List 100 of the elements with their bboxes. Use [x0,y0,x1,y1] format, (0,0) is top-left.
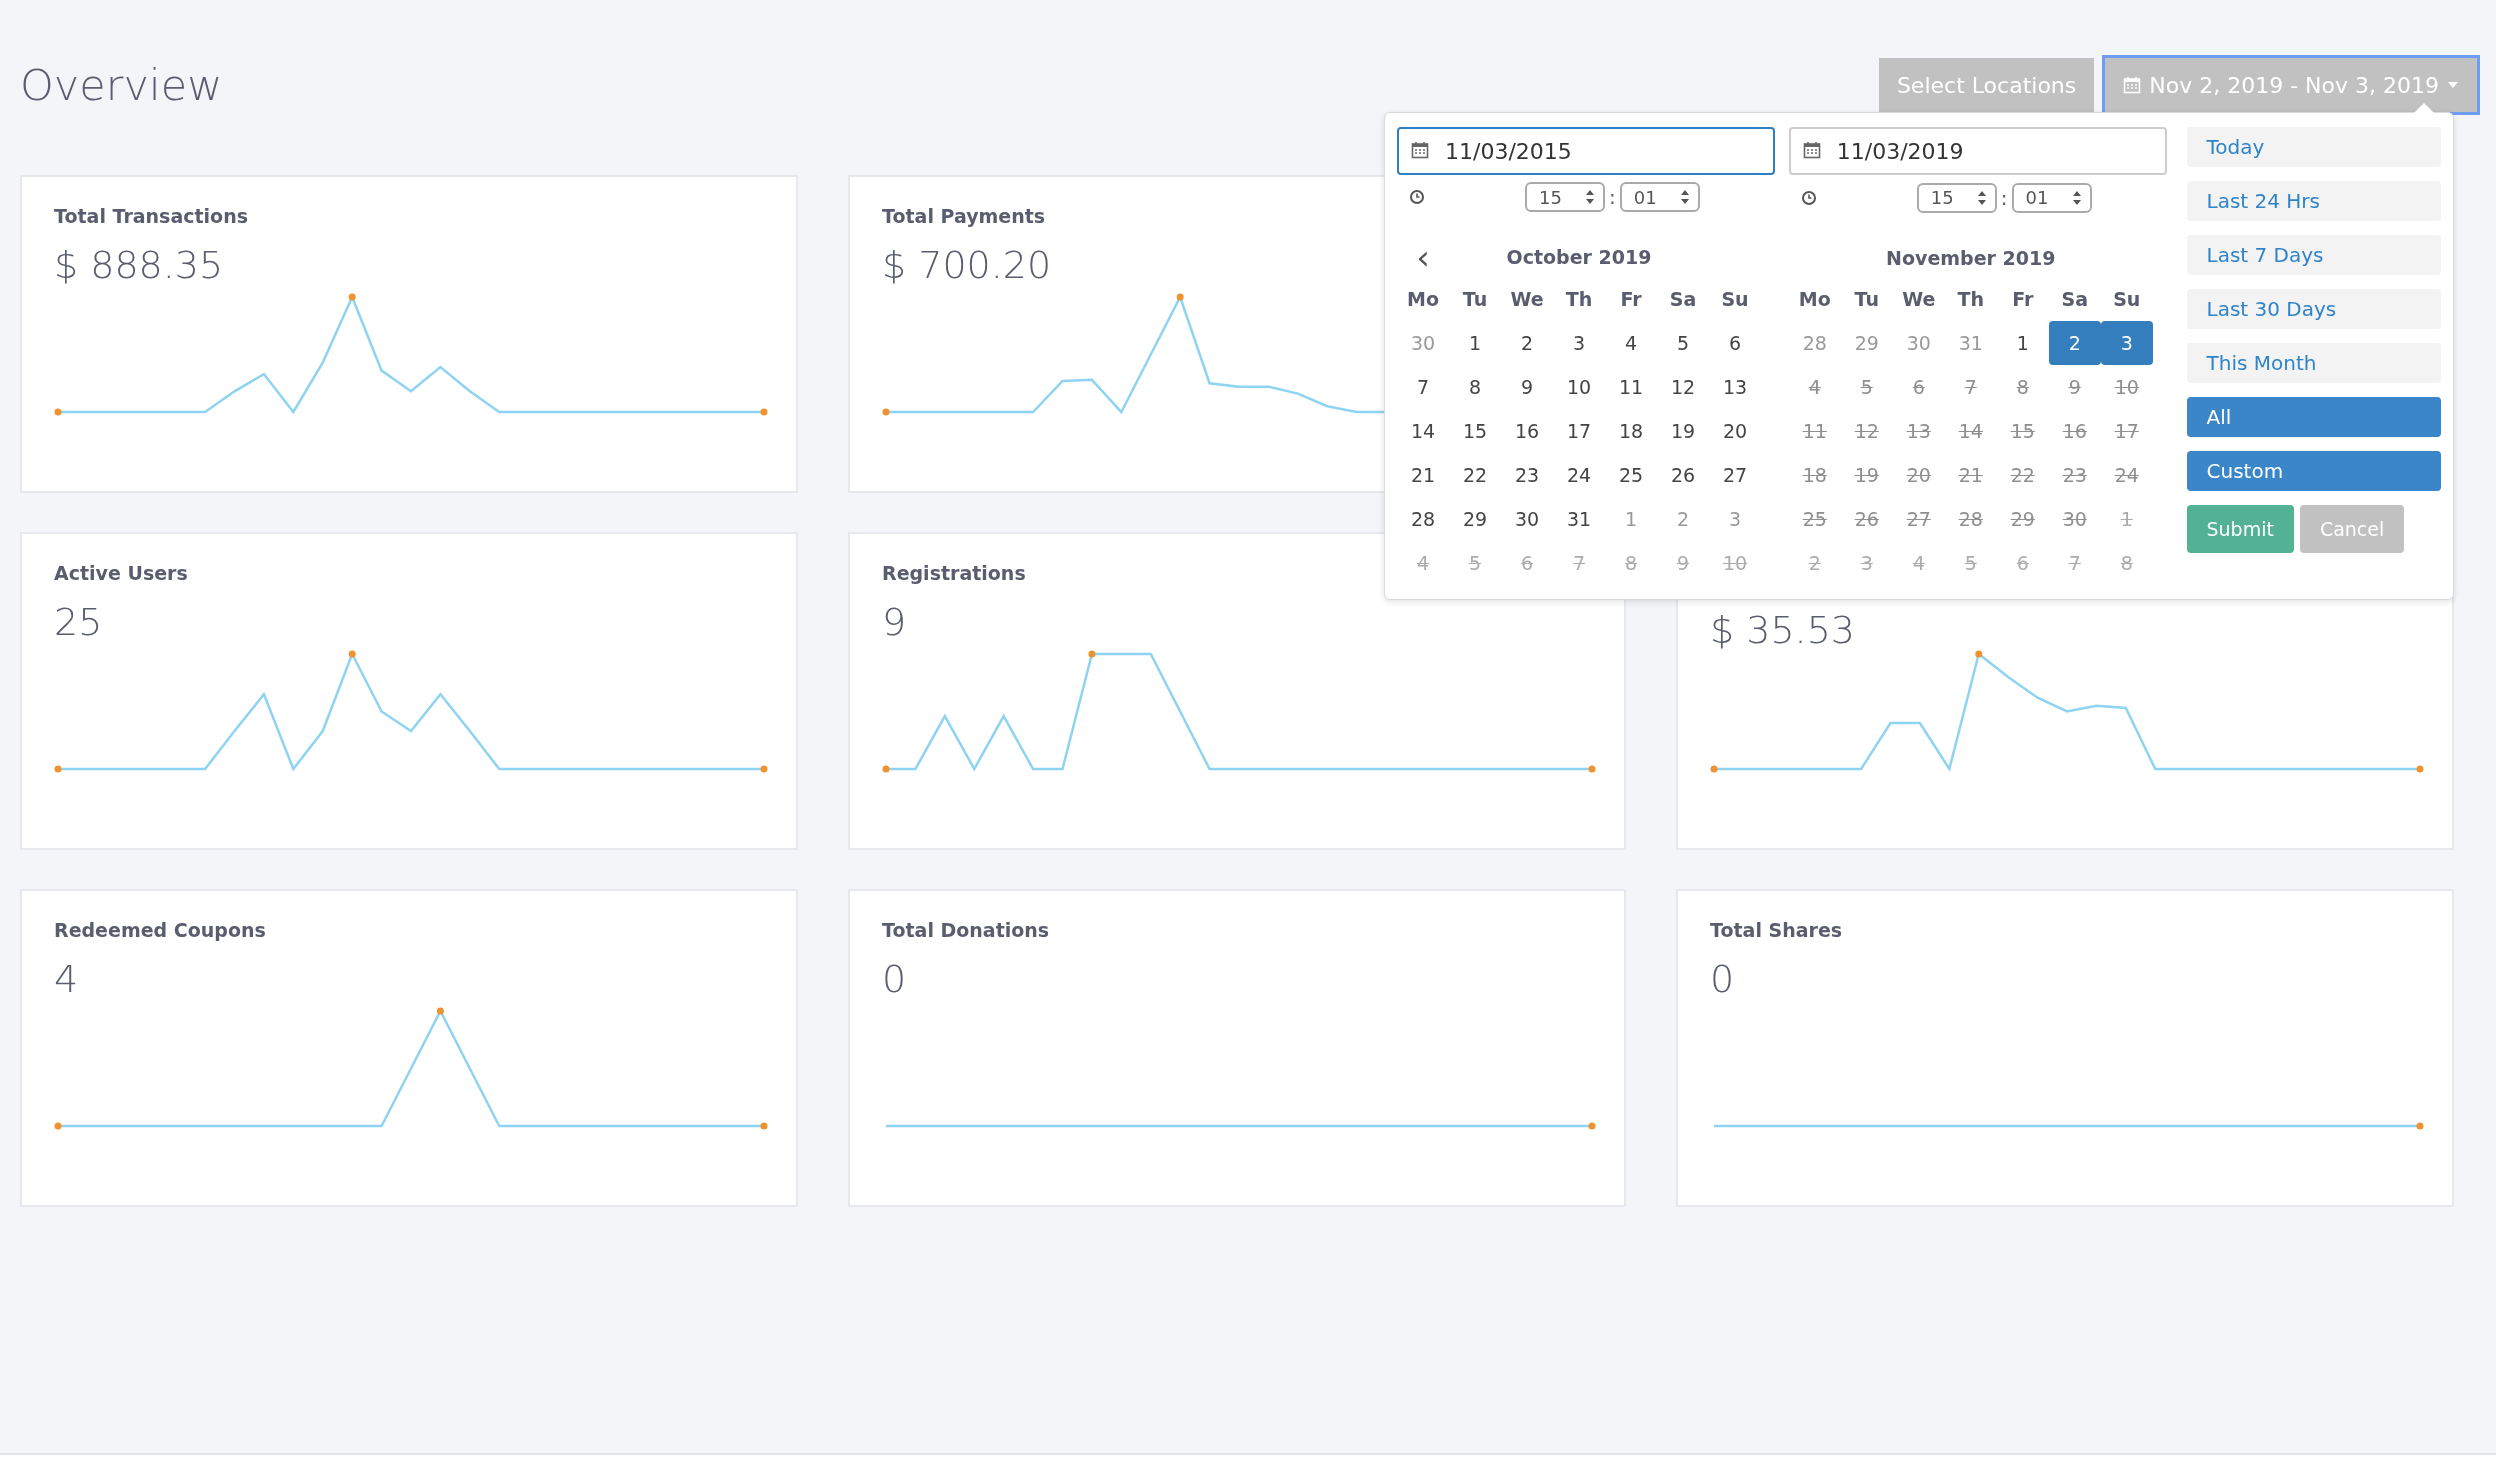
calendar-day[interactable]: 26 [1657,453,1709,497]
stat-label: Redeemed Coupons [54,919,266,941]
data-point [436,1007,444,1015]
calendar-day[interactable]: 22 [1449,453,1501,497]
data-point [54,765,62,773]
calendar-day[interactable]: 2 [1501,321,1553,365]
calendar-day[interactable]: 4 [1605,321,1657,365]
calendar-day[interactable]: 2 [1657,497,1709,541]
weekday-label: Tu [1461,287,1489,312]
calendar-day[interactable]: 28 [1397,497,1449,541]
range-option[interactable]: Last 30 Days [2186,289,2441,329]
calendar-icon [1802,141,1821,159]
month-title: October 2019 [1505,246,1653,268]
calendar-day[interactable]: 12 [1657,365,1709,409]
calendar-day[interactable]: 30 [1397,321,1449,365]
data-point [348,650,356,658]
weekday-label: Tu [1853,287,1880,312]
calendar-day[interactable]: 28 [1788,321,1841,365]
calendar-day[interactable]: 29 [1840,321,1893,365]
data-point [1588,765,1596,773]
weekday-label: We [1901,287,1937,312]
data-point [54,1122,62,1130]
calendar-day[interactable]: 8 [1449,365,1501,409]
calendar-day[interactable]: 30 [1892,321,1945,365]
spinner-icon [1976,189,1987,206]
select-locations-button[interactable]: Select Locations [1878,58,2095,112]
weekday-label: Sa [1668,287,1698,312]
calendar-day[interactable]: 14 [1397,409,1449,453]
calendar-icon [1411,141,1429,159]
calendar-day[interactable]: 31 [1553,497,1605,541]
stat-value: 25 [54,600,103,644]
calendar-day[interactable]: 1 [1605,497,1657,541]
calendar-day[interactable]: 3 [1553,321,1605,365]
calendar-day[interactable]: 2 [2048,321,2101,365]
calendar-day[interactable]: 25 [1605,453,1657,497]
calendar-day[interactable]: 11 [1605,365,1657,409]
submit-button[interactable]: Submit [2186,505,2294,553]
weekday-label: Su [1720,287,1750,312]
calendar-day[interactable]: 3 [2100,321,2153,365]
range-option[interactable]: Custom [2186,451,2441,491]
hour-select[interactable]: 15 [1525,182,1605,212]
calendar-day[interactable]: 1 [1449,321,1501,365]
calendar-day[interactable]: 21 [1397,453,1449,497]
calendar-day[interactable]: 10 [1553,365,1605,409]
weekday-label: Mo [1797,287,1832,312]
calendar-day[interactable]: 5 [1657,321,1709,365]
date-range-button[interactable]: Nov 2, 2019 - Nov 3, 2019 [2102,55,2480,115]
weekday-label: We [1509,287,1545,312]
calendar-day[interactable]: 24 [1553,453,1605,497]
range-option[interactable]: Today [2186,127,2441,167]
data-point [1176,293,1184,301]
minute-select[interactable]: 01 [2011,182,2092,213]
calendar-day[interactable]: 19 [1657,409,1709,453]
calendar-day[interactable]: 16 [1501,409,1553,453]
data-point [2416,1122,2424,1130]
calendar-day[interactable]: 13 [1709,365,1761,409]
data-point [760,765,768,773]
weekday-label: Th [1956,287,1985,312]
range-option[interactable]: This Month [2186,343,2441,383]
minute-select[interactable]: 01 [1619,182,1700,212]
data-point [1710,765,1718,773]
cancel-button[interactable]: Cancel [2299,505,2405,553]
stat-label: Total Payments [882,205,1046,227]
date-field[interactable]: 11/03/2015 [1397,127,1775,175]
data-point [760,1122,768,1130]
calendar-day[interactable]: 30 [1501,497,1553,541]
calendar-day[interactable]: 7 [1397,365,1449,409]
range-option[interactable]: Last 24 Hrs [2186,181,2441,221]
stat-label: Active Users [54,562,188,584]
calendar-day[interactable]: 9 [1501,365,1553,409]
calendar-day[interactable]: 1 [1996,321,2049,365]
range-option[interactable]: All [2186,397,2441,437]
calendar-day[interactable]: 17 [1553,409,1605,453]
data-point [1588,1122,1596,1130]
calendar-day[interactable]: 29 [1449,497,1501,541]
previous-month-button[interactable]: ‹ [1397,237,1449,277]
stat-value: 0 [882,957,907,1001]
calendar-day[interactable]: 15 [1449,409,1501,453]
calendar-day[interactable]: 23 [1501,453,1553,497]
clock-icon [1800,189,1817,206]
weekday-label: Fr [1619,287,1643,312]
calendar-day[interactable]: 20 [1709,409,1761,453]
calendar-day[interactable]: 27 [1709,453,1761,497]
calendar-day[interactable]: 3 [1709,497,1761,541]
calendar-day[interactable]: 6 [1709,321,1761,365]
hour-select[interactable]: 15 [1916,182,1997,213]
stat-label: Total Shares [1710,919,1843,941]
calendar-day[interactable]: 18 [1605,409,1657,453]
calendar-day[interactable]: 31 [1944,321,1997,365]
data-point [54,408,62,416]
data-point [1975,650,1983,658]
data-point [348,293,356,301]
calendar-icon [2123,76,2142,94]
weekday-label: Su [2112,287,2142,312]
weekday-label: Mo [1406,287,1440,312]
data-point [882,408,890,416]
range-option[interactable]: Last 7 Days [2186,235,2441,275]
spinner-icon [1585,189,1595,205]
date-field[interactable]: 11/03/2019 [1788,127,2167,175]
stat-value: 0 [1710,957,1735,1001]
